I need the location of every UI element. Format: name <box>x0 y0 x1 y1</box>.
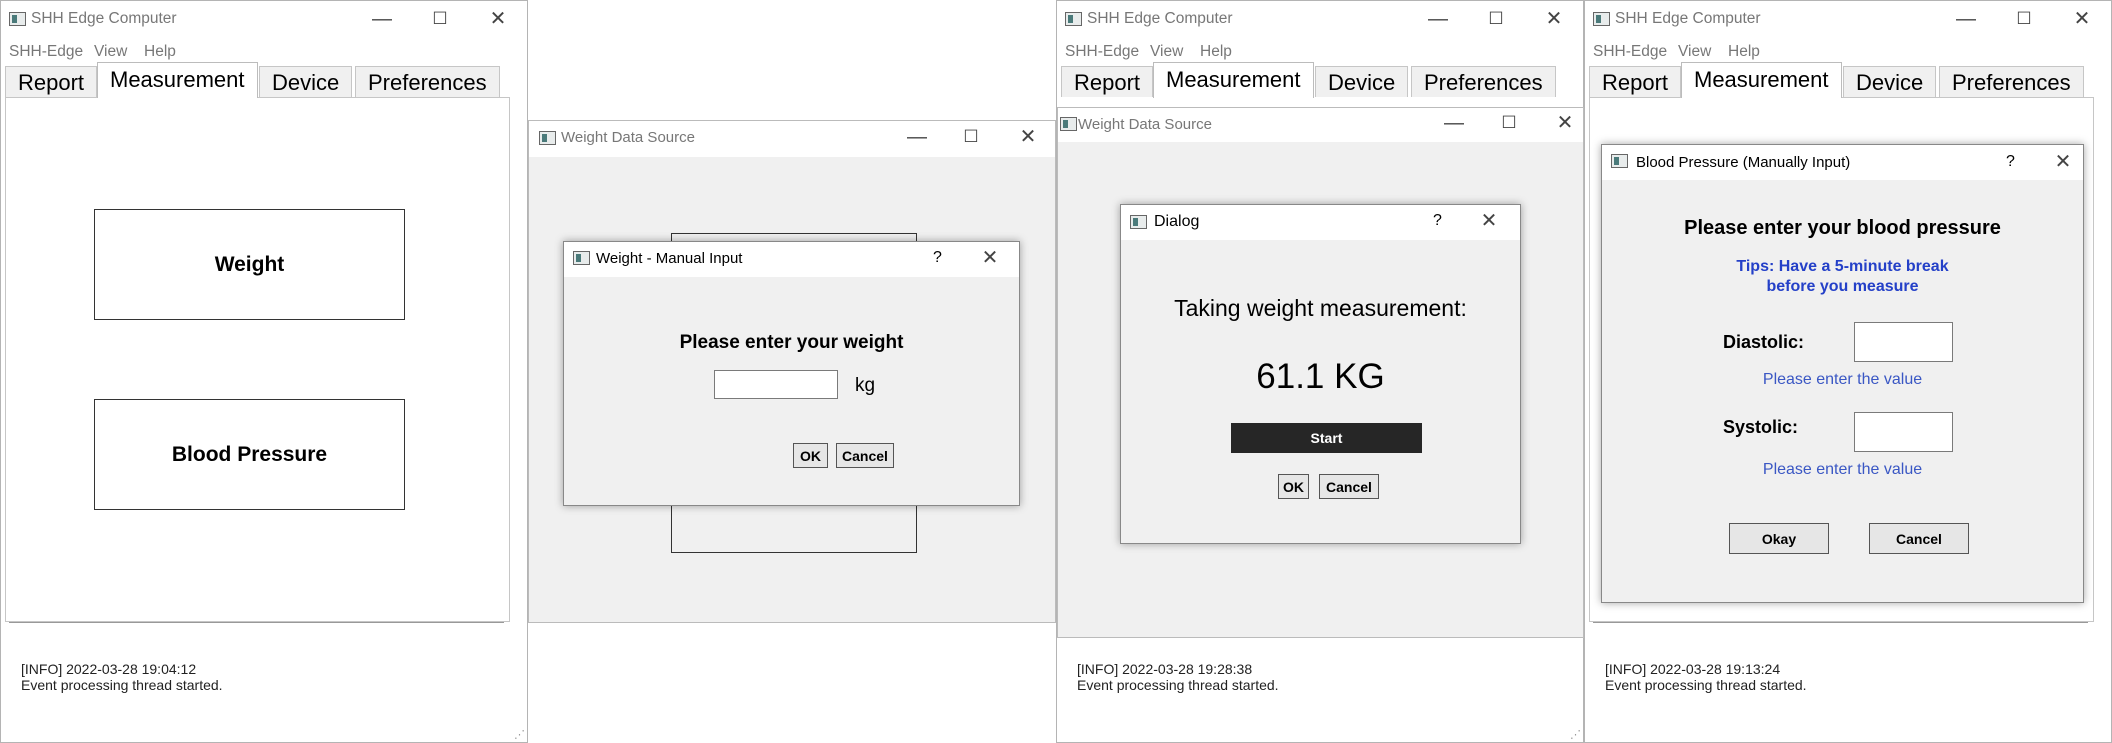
close-button[interactable]: ✕ <box>1539 9 1569 29</box>
dialog-title: Dialog <box>1154 213 1200 230</box>
help-button[interactable]: ? <box>2006 153 2015 171</box>
weight-input[interactable] <box>714 370 838 399</box>
tab-report[interactable]: Report <box>1589 66 1682 97</box>
cancel-button[interactable]: Cancel <box>1869 523 1969 554</box>
close-button[interactable]: ✕ <box>1550 113 1580 133</box>
log-line: Event processing thread started. <box>1605 677 1807 693</box>
maximize-button[interactable]: ☐ <box>1494 113 1524 133</box>
menu-help[interactable]: Help <box>1200 43 1232 61</box>
menu-help[interactable]: Help <box>144 43 176 61</box>
close-button[interactable]: ✕ <box>2048 152 2078 172</box>
systolic-input[interactable] <box>1854 412 1953 452</box>
menu-shh-edge[interactable]: SHH-Edge <box>1593 43 1667 61</box>
main-window-1: SHH Edge Computer — ☐ ✕ SHH-Edge View He… <box>0 0 528 743</box>
dialog-title: Weight - Manual Input <box>596 250 743 267</box>
weight-reading: 61.1 KG <box>1256 357 1385 396</box>
tab-measurement[interactable]: Measurement <box>1153 62 1314 98</box>
close-button[interactable]: ✕ <box>1013 127 1043 147</box>
menu-view[interactable]: View <box>1678 43 1711 61</box>
ok-button[interactable]: OK <box>1278 474 1309 499</box>
log-line: [INFO] 2022-03-28 19:13:24 <box>1605 661 1781 677</box>
systolic-hint: Please enter the value <box>1762 461 1923 478</box>
tab-preferences[interactable]: Preferences <box>1939 66 2084 97</box>
log-line: Event processing thread started. <box>21 677 223 693</box>
tab-report[interactable]: Report <box>5 66 98 97</box>
start-button[interactable]: Start <box>1231 423 1422 453</box>
minimize-button[interactable]: — <box>367 9 397 29</box>
window-title: SHH Edge Computer <box>1087 10 1233 27</box>
window-title: SHH Edge Computer <box>31 10 177 27</box>
maximize-button[interactable]: ☐ <box>1481 9 1511 29</box>
weight-button[interactable]: Weight <box>94 209 405 320</box>
tab-device[interactable]: Device <box>259 66 353 97</box>
minimize-button[interactable]: — <box>902 127 932 147</box>
cancel-button[interactable]: Cancel <box>836 443 894 468</box>
help-button[interactable]: ? <box>933 249 942 267</box>
weight-manual-input-dialog: Weight - Manual Input ? ✕ Please enter y… <box>563 241 1020 506</box>
cancel-button[interactable]: Cancel <box>1319 474 1379 499</box>
ok-button[interactable]: OK <box>793 443 828 468</box>
okay-button[interactable]: Okay <box>1729 523 1829 554</box>
menu-view[interactable]: View <box>1150 43 1183 61</box>
tips-line: before you measure <box>1766 278 1919 295</box>
diastolic-input[interactable] <box>1854 322 1953 362</box>
main-window-3: SHH Edge Computer — ☐ ✕ SHH-Edge View He… <box>1056 0 1584 743</box>
close-button[interactable]: ✕ <box>483 9 513 29</box>
minimize-button[interactable]: — <box>1951 9 1981 29</box>
resize-grip[interactable]: ⋰ <box>514 728 525 741</box>
close-button[interactable]: ✕ <box>975 248 1005 268</box>
splitter[interactable] <box>9 622 504 623</box>
log-line: Event processing thread started. <box>1077 677 1279 693</box>
main-window-4: SHH Edge Computer — ☐ ✕ SHH-Edge View He… <box>1584 0 2112 743</box>
minimize-button[interactable]: — <box>1423 9 1453 29</box>
window-title: Weight Data Source <box>1078 116 1212 133</box>
close-button[interactable]: ✕ <box>2067 9 2097 29</box>
diastolic-label: Diastolic: <box>1723 332 1805 352</box>
window-title: Weight Data Source <box>561 129 695 146</box>
menu-help[interactable]: Help <box>1728 43 1760 61</box>
tab-report[interactable]: Report <box>1061 66 1154 97</box>
tab-preferences[interactable]: Preferences <box>355 66 500 97</box>
resize-grip[interactable]: ⋰ <box>1570 728 1581 741</box>
unit-label: kg <box>855 375 876 396</box>
measurement-heading: Taking weight measurement: <box>1174 295 1467 321</box>
diastolic-hint: Please enter the value <box>1762 371 1923 388</box>
measurement-pane <box>5 97 510 622</box>
close-button[interactable]: ✕ <box>1474 211 1504 231</box>
bp-heading: Please enter your blood pressure <box>1684 217 2001 239</box>
help-button[interactable]: ? <box>1433 212 1442 230</box>
maximize-button[interactable]: ☐ <box>956 127 986 147</box>
systolic-label: Systolic: <box>1723 417 1799 437</box>
tab-preferences[interactable]: Preferences <box>1411 66 1556 97</box>
tab-device[interactable]: Device <box>1843 66 1937 97</box>
blood-pressure-button[interactable]: Blood Pressure <box>94 399 405 510</box>
splitter[interactable] <box>1593 622 2088 623</box>
tab-device[interactable]: Device <box>1315 66 1409 97</box>
panel-weight-manual: Weight Data Source — ☐ ✕ Weight - Manual… <box>528 0 1056 743</box>
log-line: [INFO] 2022-03-28 19:28:38 <box>1077 661 1253 677</box>
tips-line: Tips: Have a 5-minute break <box>1736 258 1949 275</box>
tab-measurement[interactable]: Measurement <box>1681 62 1842 98</box>
menu-shh-edge[interactable]: SHH-Edge <box>1065 43 1139 61</box>
dialog-title: Blood Pressure (Manually Input) <box>1636 154 1851 171</box>
tab-measurement[interactable]: Measurement <box>97 62 258 98</box>
maximize-button[interactable]: ☐ <box>425 9 455 29</box>
menu-shh-edge[interactable]: SHH-Edge <box>9 43 83 61</box>
minimize-button[interactable]: — <box>1439 113 1469 133</box>
log-line: [INFO] 2022-03-28 19:04:12 <box>21 661 197 677</box>
weight-prompt: Please enter your weight <box>679 332 904 353</box>
maximize-button[interactable]: ☐ <box>2009 9 2039 29</box>
measurement-dialog: Dialog ? ✕ Taking weight measurement: 61… <box>1120 204 1521 544</box>
window-title: SHH Edge Computer <box>1615 10 1761 27</box>
blood-pressure-dialog: Blood Pressure (Manually Input) ? ✕ Plea… <box>1601 144 2084 603</box>
menu-view[interactable]: View <box>94 43 127 61</box>
